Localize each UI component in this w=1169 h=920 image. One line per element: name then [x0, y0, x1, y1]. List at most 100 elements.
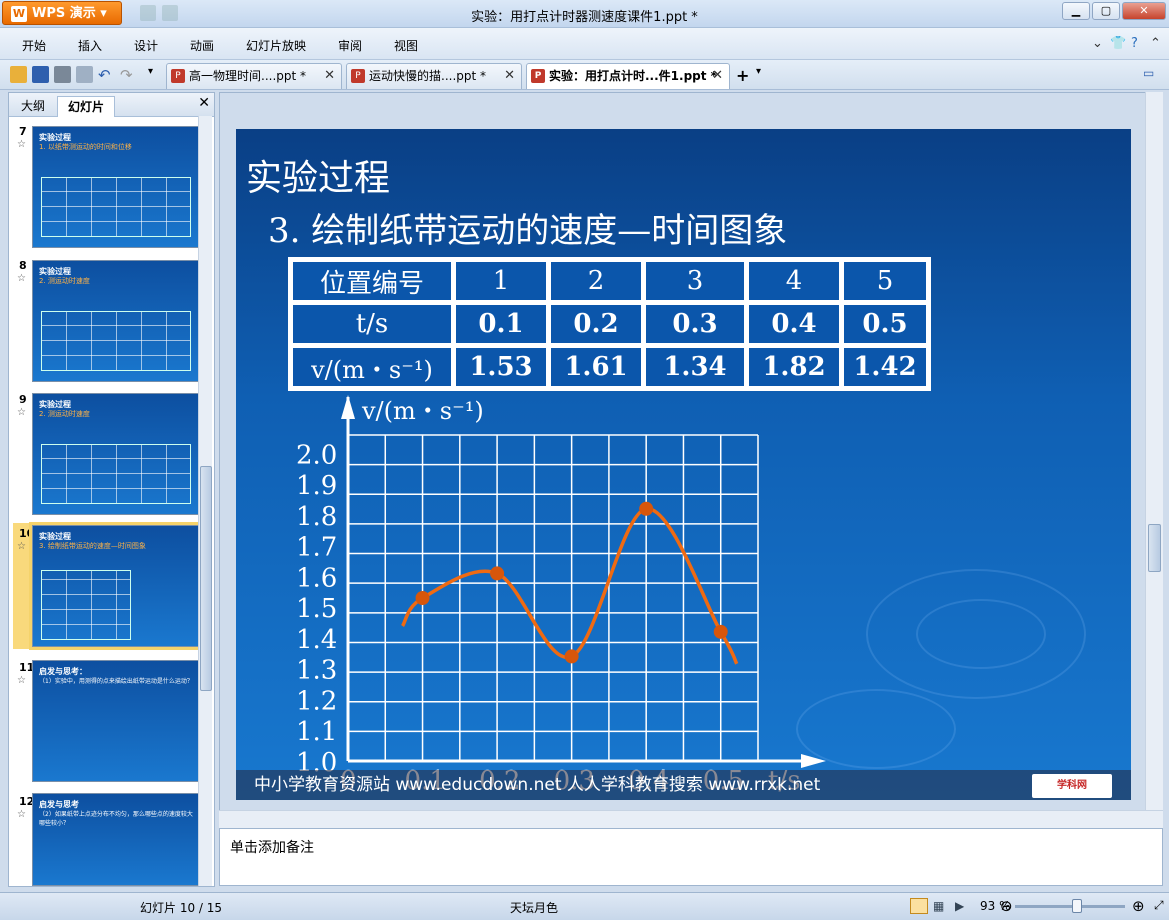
tab-list-icon[interactable]: ▾ — [756, 66, 773, 83]
title-bar: W WPS 演示 ▾ 实验：用打点计时器测速度课件1.ppt * ▁ ▢ ✕ — [0, 0, 1169, 28]
data-point — [713, 624, 728, 639]
window-title: 实验：用打点计时器测速度课件1.ppt * — [471, 10, 698, 25]
menu-slideshow[interactable]: 幻灯片放映 — [246, 37, 306, 54]
velocity-time-chart[interactable]: 1.01.11.21.31.41.51.61.71.81.92.000.10.2… — [236, 129, 1131, 800]
tab-slides[interactable]: 幻灯片 — [57, 96, 116, 117]
thumb-number: 9 — [19, 393, 27, 406]
minimize-button[interactable]: ▁ — [1062, 2, 1090, 20]
maximize-button[interactable]: ▢ — [1092, 2, 1120, 20]
y-tick-label: 1.8 — [296, 502, 337, 532]
ppt-file-icon: P — [351, 69, 365, 83]
fit-window-icon[interactable]: ⤢ — [1154, 898, 1164, 913]
thumb-number: 7 — [19, 125, 27, 138]
transition-star-icon: ☆ — [17, 407, 26, 418]
notes-pane[interactable]: 单击添加备注 — [219, 828, 1163, 886]
slide-thumbnail-10[interactable]: 实验过程 3. 绘制纸带运动的速度—时间图象 — [29, 522, 203, 650]
thumb-subtitle: 2. 测运动时速度 — [39, 410, 90, 418]
close-tab-icon[interactable]: ✕ — [504, 64, 515, 88]
print-preview-icon[interactable] — [76, 66, 93, 83]
zoom-out-icon[interactable]: ⊖ — [1000, 897, 1013, 915]
panel-toggle-icon[interactable]: ▭ — [1143, 66, 1160, 83]
y-tick-label: 1.1 — [296, 717, 337, 747]
y-axis-label: v/(m・s⁻¹) — [361, 397, 484, 425]
scroll-thumb[interactable] — [1148, 524, 1161, 572]
slideshow-icon[interactable]: ▶ — [955, 899, 964, 913]
data-point — [639, 501, 654, 516]
editor-vertical-scrollbar[interactable] — [1145, 92, 1163, 810]
data-point — [564, 649, 579, 664]
menu-animation[interactable]: 动画 — [190, 37, 214, 54]
menu-design[interactable]: 设计 — [134, 37, 158, 54]
fitted-curve — [401, 507, 739, 665]
zoom-slider[interactable] — [1015, 905, 1125, 908]
ribbon-collapse-icon[interactable]: ⌄ — [1092, 36, 1103, 51]
thumb-title: 启发与思考 — [39, 800, 79, 809]
slide-thumbnail-12[interactable]: 启发与思考 （2）如果纸带上点迹分布不均匀，那么哪些点的速度较大哪些较小？ — [32, 793, 200, 886]
ppt-file-icon: P — [531, 69, 545, 83]
menu-bar: 开始 插入 设计 动画 幻灯片放映 审阅 视图 ⌄ 👕 ? ⌃ — [0, 28, 1169, 60]
y-tick-label: 1.2 — [296, 686, 337, 716]
doc-tab-3[interactable]: P 实验：用打点计时...件1.ppt * ✕ — [526, 63, 730, 89]
xuekewang-logo: 学科网 — [1032, 774, 1112, 798]
new-tab-icon[interactable]: + — [736, 66, 753, 85]
slide-sorter-icon[interactable]: ▦ — [933, 899, 944, 913]
document-tab-bar: ↶ ↷ ▾ P 高一物理时间....ppt * ✕ P 运动快慢的描....pp… — [0, 60, 1169, 90]
scroll-thumb[interactable] — [200, 466, 212, 691]
thumb-subtitle: 2. 测运动时速度 — [39, 277, 90, 285]
undo-icon[interactable]: ↶ — [98, 66, 115, 84]
zoom-in-icon[interactable]: ⊕ — [1132, 897, 1145, 915]
slide-thumbnail-9[interactable]: 实验过程 2. 测运动时速度 — [32, 393, 200, 515]
theme-name: 天坛月色 — [510, 901, 559, 915]
redo-icon[interactable]: ↷ — [120, 66, 137, 84]
save-icon[interactable] — [32, 66, 49, 83]
y-tick-label: 1.6 — [296, 563, 337, 593]
slide-thumbnail-11[interactable]: 启发与思考： （1）实验中，用测得的点来描绘出纸带运动是什么运动？ — [32, 660, 200, 782]
transition-star-icon: ☆ — [17, 809, 26, 820]
customize-toolbar-icon[interactable]: ▾ — [148, 66, 165, 83]
close-tab-icon[interactable]: ✕ — [324, 64, 335, 88]
menu-home[interactable]: 开始 — [22, 37, 46, 54]
panel-tabs: 大纲 幻灯片 ✕ — [9, 93, 214, 117]
slide-thumbnail-panel: 大纲 幻灯片 ✕ 7 ☆ 实验过程 1. 以纸带测运动的时间和位移 8 ☆ 实验… — [8, 92, 215, 887]
transition-star-icon: ☆ — [17, 541, 26, 552]
close-tab-icon[interactable]: ✕ — [712, 64, 723, 88]
open-icon[interactable] — [10, 66, 27, 83]
doc-tab-1[interactable]: P 高一物理时间....ppt * ✕ — [166, 63, 342, 89]
y-tick-label: 2.0 — [296, 440, 337, 470]
menu-insert[interactable]: 插入 — [78, 37, 102, 54]
slide-thumbnail-8[interactable]: 实验过程 2. 测运动时速度 — [32, 260, 200, 382]
doc-tab-label: 实验：用打点计时...件1.ppt * — [549, 69, 717, 83]
doc-tab-2[interactable]: P 运动快慢的描....ppt * ✕ — [346, 63, 522, 89]
skin-icon[interactable]: 👕 — [1110, 36, 1126, 51]
y-tick-label: 1.4 — [296, 625, 337, 655]
tab-outline[interactable]: 大纲 — [11, 96, 55, 117]
menu-review[interactable]: 审阅 — [338, 37, 362, 54]
normal-view-icon[interactable] — [910, 898, 928, 914]
data-point — [490, 566, 505, 581]
help-icon[interactable]: ? — [1131, 36, 1138, 51]
editor-horizontal-scrollbar[interactable] — [219, 810, 1163, 828]
data-point — [415, 591, 430, 605]
close-window-button[interactable]: ✕ — [1122, 2, 1166, 20]
doc-tab-label: 运动快慢的描....ppt * — [369, 69, 487, 83]
slide-thumbnail-7[interactable]: 实验过程 1. 以纸带测运动的时间和位移 — [32, 126, 200, 248]
slide-footer: 中小学教育资源站 www.educdown.net 人人学科教育搜索 www.r… — [236, 770, 1131, 800]
notes-placeholder: 单击添加备注 — [230, 840, 314, 856]
thumb-number: 8 — [19, 259, 27, 272]
thumb-subtitle: 1. 以纸带测运动的时间和位移 — [39, 143, 132, 151]
close-panel-icon[interactable]: ✕ — [198, 95, 210, 111]
transition-star-icon: ☆ — [17, 273, 26, 284]
doc-tab-label: 高一物理时间....ppt * — [189, 69, 307, 83]
thumb-subtitle: 3. 绘制纸带运动的速度—时间图象 — [39, 542, 146, 550]
thumb-table — [41, 311, 191, 371]
print-icon[interactable] — [54, 66, 71, 83]
ribbon-toggle-icon[interactable]: ⌃ — [1150, 36, 1161, 51]
transition-star-icon: ☆ — [17, 675, 26, 686]
zoom-slider-knob[interactable] — [1072, 899, 1082, 913]
slide-canvas[interactable]: 实验过程 3. 绘制纸带运动的速度—时间图象 位置编号 1 2 3 4 5 t/… — [236, 129, 1131, 800]
thumb-table — [41, 177, 191, 237]
menu-view[interactable]: 视图 — [394, 37, 418, 54]
y-tick-label: 1.3 — [296, 656, 337, 686]
x-axis-arrow — [801, 754, 826, 768]
thumbnail-scrollbar[interactable] — [198, 116, 212, 886]
